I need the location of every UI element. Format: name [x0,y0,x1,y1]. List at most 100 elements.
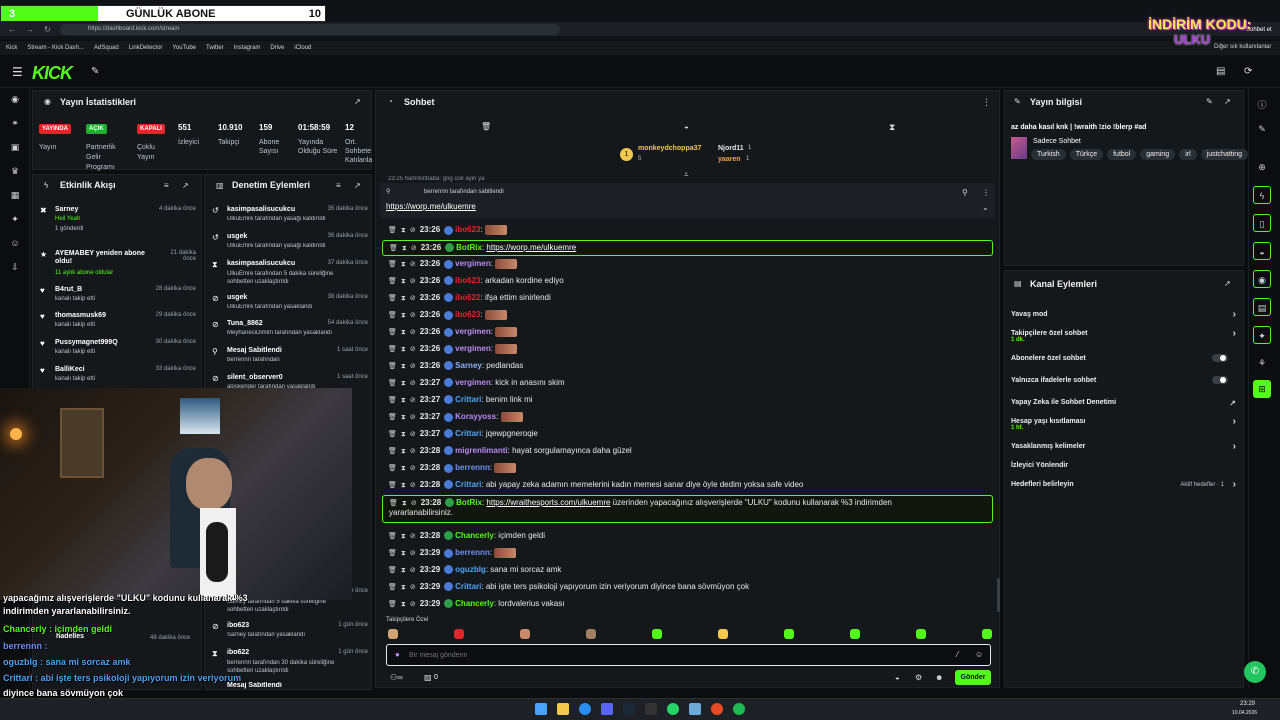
channel-action-row[interactable]: Hesap yaşı kısıtlaması 1 hf. › [1011,416,1236,432]
chat-message[interactable]: 🗑 ⧗ ⊘ 23:28 berrennn: [388,461,993,475]
timeout-icon[interactable]: ⧗ [401,380,406,387]
tag-chip[interactable]: irl [1179,149,1197,160]
channel-action-row[interactable]: Abonelere özel sohbet [1011,354,1236,369]
actions-popout-icon[interactable]: ↗ [1224,279,1231,288]
moderation-item[interactable]: ⧗ kasimpasalisucukcu UlkuEmre tarafından 5… [212,260,368,286]
tag-chip[interactable]: Turkish [1031,149,1066,160]
message-user[interactable]: ibo623 [455,310,480,319]
timeout-icon[interactable]: ⧗ [401,278,406,285]
chat-bubble-icon[interactable]: ◒ [895,673,900,682]
users-icon[interactable]: ☺ [9,238,21,250]
chat-rail-icon[interactable]: ◒ [1253,242,1271,260]
message-user[interactable]: vergimen [455,344,491,353]
channel-action-row[interactable]: Hedefleri belirleyin › Aktif hedefler · 1 [1011,479,1236,495]
ban-icon[interactable]: ⊘ [410,533,416,540]
ban-icon[interactable]: ⊘ [410,380,416,387]
delete-icon[interactable]: 🗑 [388,278,397,285]
delete-icon[interactable]: 🗑 [388,227,397,234]
bookmark-item[interactable]: Stream - Kick Dash... [27,45,84,51]
chat-message[interactable]: 🗑 ⧗ ⊘ 23:26 Sarney: pedlandas [388,359,993,373]
tools-icon[interactable]: ✦ [9,214,21,226]
chat-message[interactable]: 🗑 ⧗ ⊘ 23:26 BotRix: https://worp.me/ulkuemre [382,240,993,256]
delete-icon[interactable]: 🗑 [388,261,397,268]
message-link[interactable]: https://worp.me/ulkuemre [486,243,576,252]
ban-icon[interactable]: ⊘ [410,278,416,285]
timeout-icon[interactable]: ⧗ [401,601,406,608]
message-user[interactable]: ibo623 [455,276,480,285]
toggle-switch[interactable] [1212,376,1228,384]
timeout-icon[interactable]: ⧗ [401,533,406,540]
timeout-icon[interactable]: ⧗ [401,550,406,557]
app-rail-icon[interactable]: ⊞ [1253,380,1271,398]
timeout-icon[interactable]: ⧗ [401,227,406,234]
chevron-right-icon[interactable]: › [1233,441,1236,452]
emote-icon[interactable] [784,629,794,639]
delete-icon[interactable]: 🗑 [388,550,397,557]
ban-icon[interactable]: ⊘ [410,482,416,489]
chat-message[interactable]: 🗑 ⧗ ⊘ 23:26 vergimen: [388,257,993,271]
toggle-switch[interactable] [1212,354,1228,362]
popout-icon[interactable]: ↗ [354,97,361,106]
chat-message[interactable]: 🗑 ⧗ ⊘ 23:27 Crittari: jqewpgneroqie [388,427,993,441]
timeout-icon[interactable]: ⧗ [401,312,406,319]
message-user[interactable]: Sarney [455,361,482,370]
pinned-menu-icon[interactable]: ⋮ [982,188,990,197]
stream-icon[interactable]: ◉ [9,94,21,106]
bookmark-item[interactable]: YouTube [172,45,196,51]
delete-icon[interactable]: 🗑 [388,363,397,370]
radio-rail-icon[interactable]: ◉ [1253,270,1271,288]
chat-message[interactable]: 🗑 ⧗ ⊘ 23:29 Chancerly: lordvalerius vakası [388,597,993,611]
trophy-icon[interactable]: ♛ [9,166,21,178]
emote-icon[interactable] [454,629,464,639]
ban-icon[interactable]: ⊘ [410,312,416,319]
activity-item[interactable]: ♥ thomasmusk69 kanalı takip etti 29 dakika … [40,312,196,340]
whatsapp-icon[interactable] [667,703,679,715]
ban-icon[interactable]: ⊘ [410,448,416,455]
delete-icon[interactable]: 🗑 [388,329,397,336]
timeout-icon[interactable]: ⧗ [401,295,406,302]
message-user[interactable]: Chancerly [455,599,494,608]
users-settings-icon[interactable]: ☻ [935,673,943,682]
emote-icon[interactable] [916,629,926,639]
link-icon[interactable]: ⚭ [9,118,21,130]
chat-message[interactable]: 🗑 ⧗ ⊘ 23:28 Chancerly: içimden geldi [388,529,993,543]
chat-message[interactable]: 🗑 ⧗ ⊘ 23:29 berrennn: [388,546,993,560]
timeout-icon[interactable]: ⧗ [401,414,406,421]
external-link-icon[interactable]: ↗ [1229,399,1236,408]
emoji-icon[interactable]: ☺ [975,650,983,659]
chat-input-box[interactable]: ● ⁄ ☺ [386,644,991,666]
edit-icon[interactable]: ✎ [1206,97,1213,106]
bookmark-item[interactable]: Instagram [234,45,261,51]
message-user[interactable]: Chancerly [455,531,494,540]
channel-action-row[interactable]: Yalnızca ifadelerle sohbet [1011,376,1236,391]
message-user[interactable]: berrennn [455,548,490,557]
mod-popout-icon[interactable]: ↗ [354,181,361,190]
unpin-icon[interactable]: ⚲ [962,188,968,197]
timeout-icon[interactable]: ⧗ [401,482,406,489]
delete-icon[interactable]: 🗑 [388,465,397,472]
trash-icon[interactable]: 🗑 [481,122,491,131]
message-user[interactable]: Crittari [455,395,481,404]
tool-rail-icon[interactable]: ✦ [1253,326,1271,344]
emote-icon[interactable] [586,629,596,639]
bookmark-item[interactable]: Kick [6,45,17,51]
chat-message[interactable]: 🗑 ⧗ ⊘ 23:26 ibo623: [388,223,993,237]
message-user[interactable]: Crittari [455,429,481,438]
timeout-icon[interactable]: ⧗ [402,500,407,507]
bookmark-item[interactable]: AdSquad [94,45,119,51]
list-rail-icon[interactable]: ▤ [1253,298,1271,316]
kick-logo[interactable]: KICK [32,63,73,84]
chat-menu-icon[interactable]: ⋮ [982,97,991,108]
pinned-link[interactable]: https://worp.me/ulkuemre [386,202,476,211]
emote-icon[interactable] [982,629,992,639]
tag-chip[interactable]: Türkçe [1069,149,1104,160]
message-user[interactable]: Korayyoss [455,412,496,421]
ban-icon[interactable]: ⊘ [410,431,416,438]
info-popout-icon[interactable]: ↗ [1224,97,1231,106]
activity-item[interactable]: ★ AYEMABEY yeniden abone oldu! 11 aylık ab… [40,250,196,278]
ban-icon[interactable]: ⊘ [410,567,416,574]
discord-icon[interactable] [601,703,613,715]
message-user[interactable]: BotRix [456,498,482,507]
moderation-item[interactable]: ↺ kasimpasalisucukcu UlkuEmre tarafından y… [212,206,368,232]
message-user[interactable]: ibo623 [455,225,480,234]
